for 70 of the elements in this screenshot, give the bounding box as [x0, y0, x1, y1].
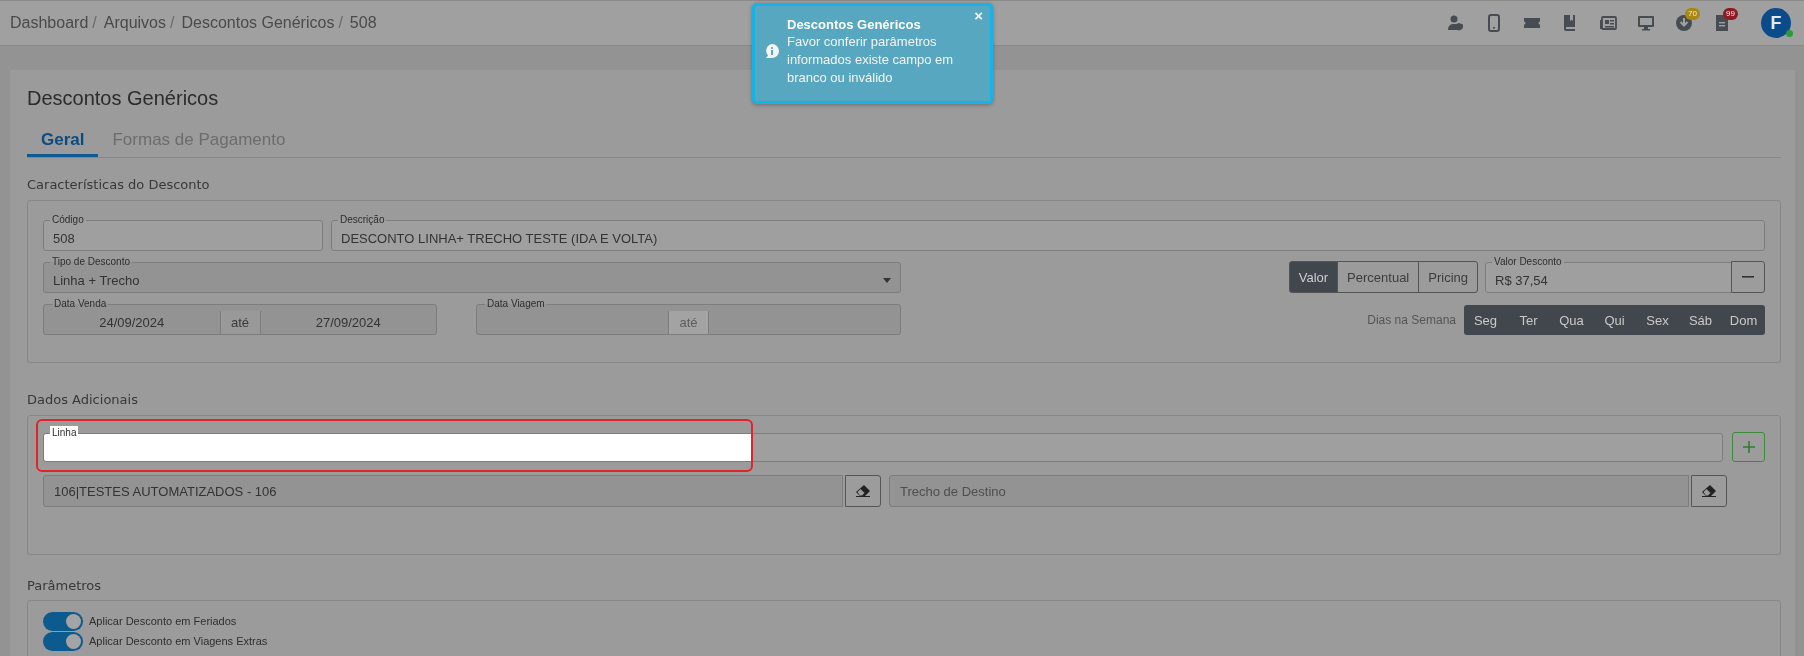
field-value: 508 — [53, 230, 76, 248]
section-heading: Dados Adicionais — [27, 391, 139, 409]
field-label: Valor Desconto — [1493, 255, 1563, 269]
plus-icon — [1742, 441, 1755, 453]
range-separator: até — [219, 311, 261, 334]
toggle-switch[interactable] — [43, 631, 83, 651]
weekdays-label: Dias na Semana — [1367, 313, 1456, 327]
discount-value-field[interactable]: Valor Desconto R$ 37,54 — [1485, 255, 1732, 293]
eraser-icon — [1702, 485, 1716, 497]
field-label: Tipo de Desconto — [51, 255, 131, 269]
breadcrumb-separator: / — [338, 14, 343, 32]
clear-button[interactable] — [1691, 475, 1727, 507]
weekday-toggle[interactable]: Qua — [1550, 305, 1593, 335]
breadcrumb-link[interactable]: 508 — [349, 14, 377, 32]
newspaper-icon[interactable] — [1599, 14, 1617, 32]
toggle-switch[interactable] — [43, 611, 83, 631]
weekday-toggle[interactable]: Sáb — [1679, 305, 1722, 335]
field-label: Data Viagem — [486, 297, 546, 311]
value-type-option[interactable]: Pricing — [1418, 261, 1478, 293]
tab[interactable]: Geral — [27, 124, 99, 157]
toggle-label: Aplicar Desconto em Viagens Extras — [89, 635, 268, 647]
breadcrumb-link[interactable]: Arquivos — [103, 14, 166, 32]
field-value: DESCONTO LINHA+ TRECHO TESTE (IDA E VOLTA) — [341, 230, 659, 248]
sale-date-range-field[interactable]: Data Venda 24/09/2024 até 27/09/2024 — [43, 297, 437, 335]
field-label: Data Venda — [53, 297, 108, 311]
weekday-toggle[interactable]: Sex — [1636, 305, 1679, 335]
field-label: Descrição — [339, 213, 386, 227]
value-type-option[interactable]: Percentual — [1337, 261, 1420, 293]
line-field[interactable]: Linha — [43, 426, 1723, 462]
weekday-toggle[interactable]: Ter — [1507, 305, 1550, 335]
section-heading: Características do Desconto — [27, 176, 211, 194]
page-title: Descontos Genéricos — [27, 86, 220, 111]
toggle-label: Aplicar Desconto em Feriados — [89, 615, 237, 627]
count-badge: 99 — [1723, 8, 1738, 20]
field-placeholder: Trecho de Destino — [900, 483, 1006, 499]
origin-field[interactable]: 106|TESTES AUTOMATIZADOS - 106 — [43, 475, 843, 507]
weekday-toggle[interactable]: Qui — [1593, 305, 1636, 335]
range-separator: até — [668, 311, 709, 334]
document-icon[interactable] — [1713, 14, 1731, 32]
value-type-option[interactable]: Valor — [1288, 261, 1339, 293]
destination-field[interactable]: Trecho de Destino — [889, 475, 1689, 507]
discount-type-select[interactable]: Tipo de Desconto Linha + Trecho — [43, 255, 901, 293]
breadcrumb-link[interactable]: Descontos Genéricos — [181, 14, 335, 32]
breadcrumb-separator: / — [92, 14, 97, 32]
info-icon — [765, 43, 779, 60]
eraser-icon — [856, 485, 870, 497]
minus-icon — [1742, 276, 1754, 278]
download-icon[interactable] — [1675, 14, 1693, 32]
monitor-icon[interactable] — [1637, 14, 1655, 32]
toast-title: Descontos Genéricos — [787, 16, 922, 33]
caret-icon — [883, 278, 891, 283]
description-field[interactable]: Descrição DESCONTO LINHA+ TRECHO TESTE (IDA E VOLTA) — [331, 213, 1765, 251]
breadcrumb-separator: / — [170, 14, 175, 32]
breadcrumb-link[interactable]: Dashboard — [10, 14, 89, 32]
avatar[interactable]: F — [1761, 8, 1791, 38]
weekday-toggle[interactable]: Dom — [1722, 305, 1765, 335]
field-label: Código — [51, 213, 85, 227]
phone-icon[interactable] — [1485, 14, 1503, 32]
toast-message: Favor conferir parâmetros informados existe campo em branco ou inválido — [787, 33, 955, 87]
field-value: Linha + Trecho — [53, 272, 141, 290]
field-value: R$ 37,54 — [1495, 272, 1549, 290]
code-field[interactable]: Código 508 — [43, 213, 323, 251]
field-value: 24/09/2024 — [98, 314, 166, 332]
field-value: 27/09/2024 — [314, 314, 382, 332]
remove-button[interactable] — [1731, 261, 1765, 293]
clear-button[interactable] — [845, 475, 881, 507]
field-value: 106|TESTES AUTOMATIZADOS - 106 — [54, 483, 277, 499]
count-badge: 70 — [1685, 8, 1700, 20]
section-heading: Parâmetros — [27, 577, 103, 595]
weekday-toggle[interactable]: Seg — [1464, 305, 1507, 335]
